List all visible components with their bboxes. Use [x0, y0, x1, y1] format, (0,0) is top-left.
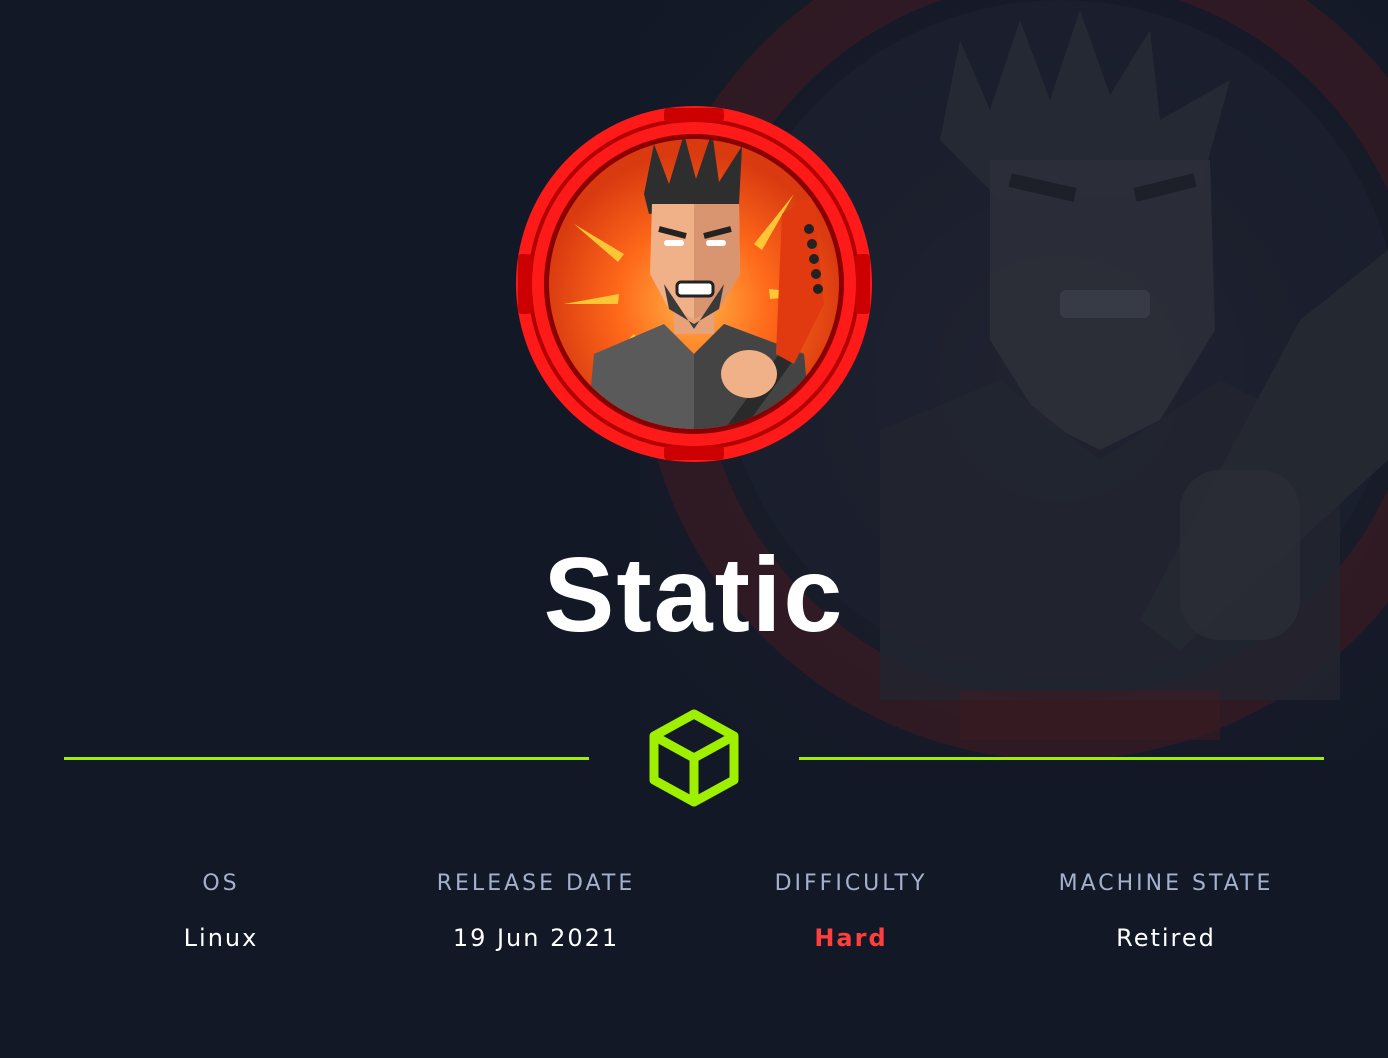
stat-os: OS Linux: [71, 866, 371, 956]
stat-label: OS: [202, 871, 240, 896]
machine-avatar: [516, 106, 872, 462]
machine-stats: OS Linux RELEASE DATE 19 Jun 2021 DIFFIC…: [64, 866, 1324, 966]
divider-left: [64, 757, 589, 760]
stat-value: Retired: [1116, 924, 1216, 952]
difficulty-badge: Hard: [814, 924, 888, 952]
divider-right: [799, 757, 1324, 760]
stat-value: 19 Jun 2021: [452, 924, 620, 952]
stat-machine-state: MACHINE STATE Retired: [1016, 866, 1316, 956]
stat-label: MACHINE STATE: [1058, 871, 1274, 896]
stat-difficulty: DIFFICULTY Hard: [701, 866, 1001, 956]
stat-label: DIFFICULTY: [774, 871, 928, 896]
stat-release-date: RELEASE DATE 19 Jun 2021: [386, 866, 686, 956]
machine-name: Static: [543, 536, 845, 654]
stat-value: Linux: [183, 924, 259, 952]
cube-icon: [649, 709, 739, 807]
stat-label: RELEASE DATE: [436, 871, 636, 896]
